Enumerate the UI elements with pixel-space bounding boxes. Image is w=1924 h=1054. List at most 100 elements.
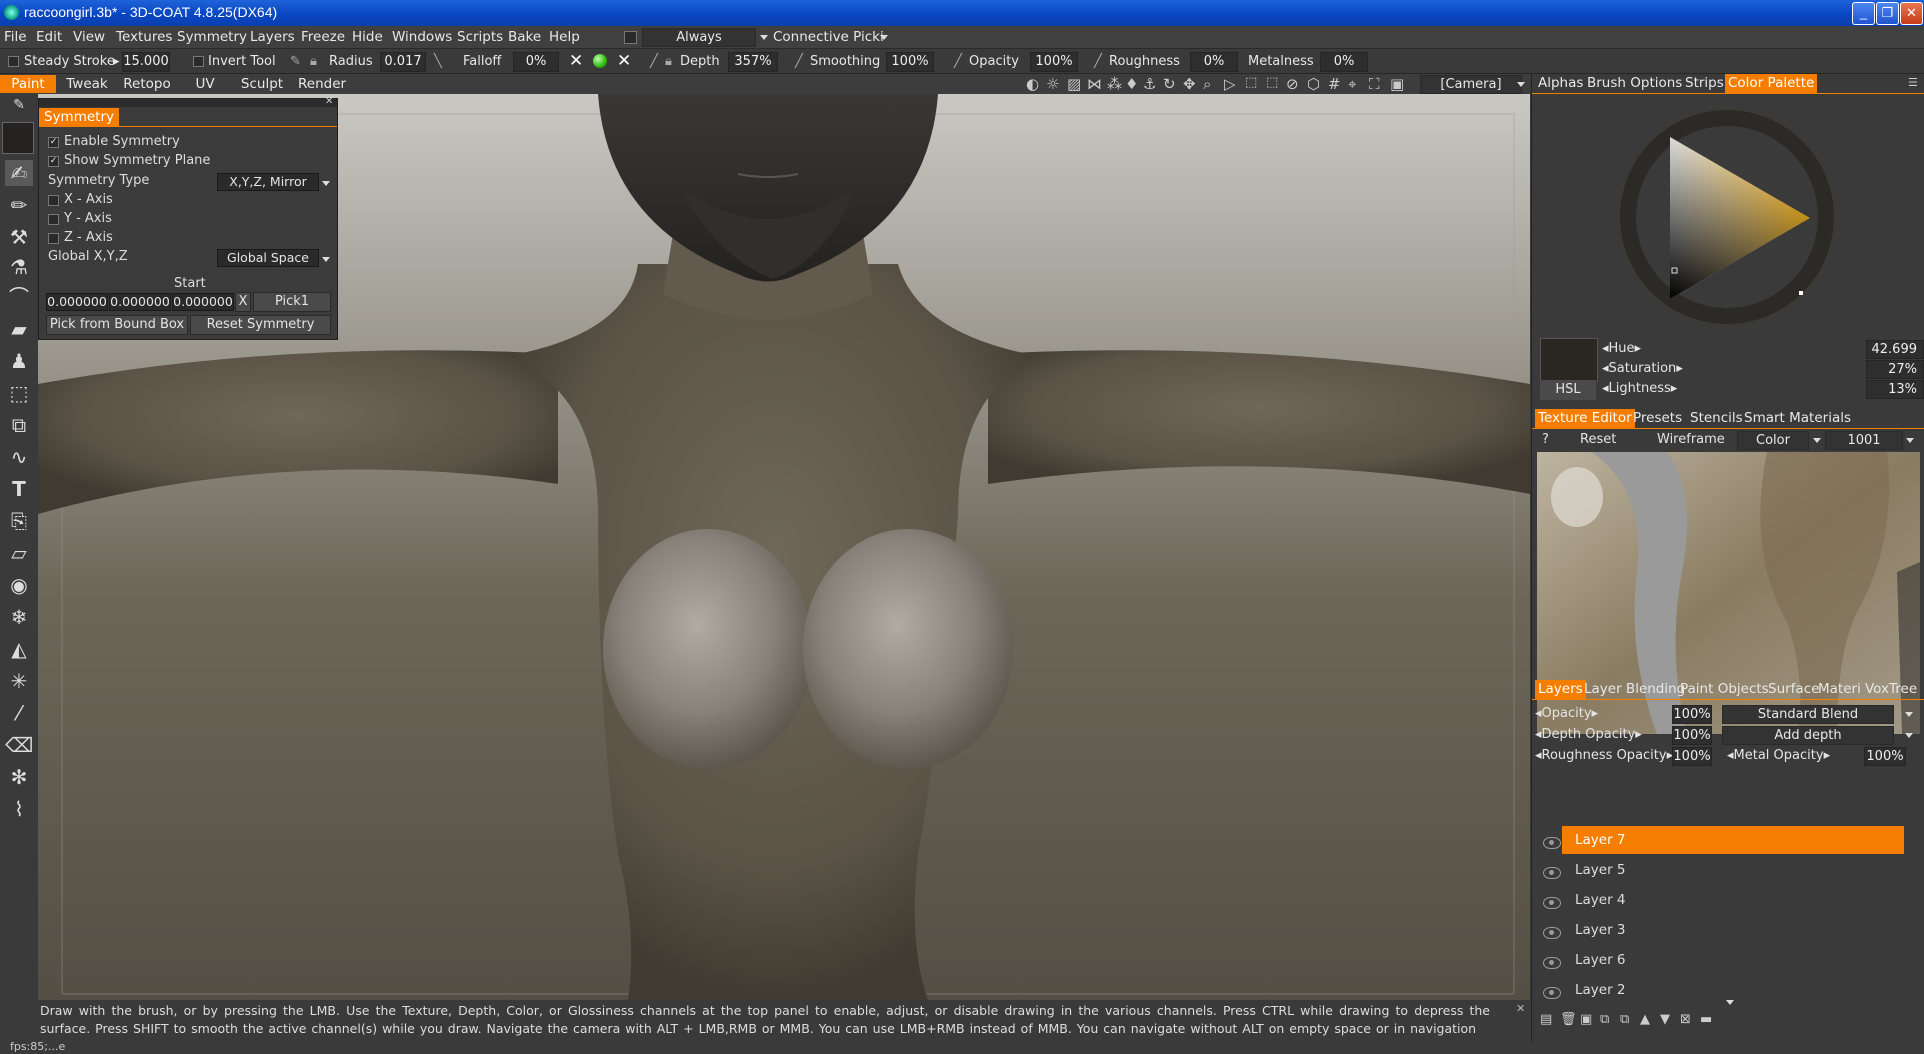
move-up-icon[interactable]: ▲ <box>1640 1012 1650 1027</box>
zoom-icon[interactable]: ⌕ <box>1203 75 1211 93</box>
global-space-dropdown[interactable]: Global Space <box>217 249 319 267</box>
fit-all-icon[interactable]: ⬚ <box>1245 75 1257 90</box>
depth-mode-dropdown[interactable]: Add depth <box>1722 726 1894 745</box>
clear-x-button[interactable]: X <box>235 292 251 312</box>
falloff-icon[interactable]: ╲ <box>434 54 442 69</box>
minimize-button[interactable]: _ <box>1852 2 1875 25</box>
ruler-icon[interactable]: ⌇ <box>5 796 33 822</box>
tab-tweak[interactable]: Tweak <box>62 75 112 93</box>
menu-scripts[interactable]: Scripts <box>457 29 503 45</box>
shading-icon[interactable]: ◐ <box>1026 75 1039 93</box>
transform-icon[interactable]: ⬚ <box>5 380 33 406</box>
bucket-icon[interactable]: ▰ <box>5 316 33 342</box>
lightness-field[interactable]: 13% <box>1866 380 1924 399</box>
always-checkbox[interactable] <box>624 31 637 44</box>
eyedropper-icon[interactable]: ⁄ <box>5 700 33 726</box>
blend-mode-dropdown[interactable]: Standard Blend <box>1722 705 1894 724</box>
duplicate-layer-icon[interactable]: ⧉ <box>1620 1012 1629 1027</box>
roughness-icon[interactable]: ╱ <box>1094 54 1102 69</box>
metal-opacity-field[interactable]: 100% <box>1864 747 1906 766</box>
tab-surface[interactable]: Surface <box>1768 680 1819 699</box>
pick-button[interactable]: Pick1 <box>253 292 331 312</box>
wireframe-toggle[interactable]: Wireframe <box>1657 432 1725 447</box>
drop-icon[interactable]: ♦ <box>1125 75 1138 93</box>
metalness-field[interactable]: 0% <box>1320 52 1368 72</box>
start-x-field[interactable]: 0.000000 <box>46 293 108 311</box>
layer-row[interactable]: Layer 5 <box>1562 856 1904 884</box>
menu-hide[interactable]: Hide <box>352 29 383 45</box>
radius-label[interactable]: Radius <box>329 54 373 69</box>
chevron-down-icon[interactable] <box>1517 82 1525 87</box>
tab-texture-editor[interactable]: Texture Editor <box>1535 409 1635 428</box>
panel-menu-icon[interactable]: ☰ <box>1908 76 1918 89</box>
tab-alphas[interactable]: Alphas <box>1538 74 1583 93</box>
airbrush-icon[interactable]: ⚒ <box>5 224 33 250</box>
steady-stroke-field[interactable]: 15.000 <box>122 52 170 72</box>
chevron-down-icon[interactable] <box>322 257 330 262</box>
current-color-swatch[interactable] <box>1540 338 1598 382</box>
depth-pen-icon[interactable]: ╱ <box>650 54 658 69</box>
visibility-eye-icon[interactable] <box>1543 897 1561 909</box>
fullscreen-icon[interactable]: ⛶ <box>1369 75 1380 93</box>
tab-smart-materials[interactable]: Smart Materials <box>1744 409 1851 428</box>
primary-color-swatch[interactable] <box>2 122 34 154</box>
folder-layer-icon[interactable]: ▣ <box>1580 1012 1592 1027</box>
image-icon[interactable]: ▨ <box>1067 75 1081 93</box>
lattice-icon[interactable]: ⋈ <box>1087 75 1102 93</box>
tab-paint-objects[interactable]: Paint Objects <box>1680 680 1769 699</box>
roughness-field[interactable]: 0% <box>1190 52 1238 72</box>
depth-label[interactable]: Depth <box>680 54 720 69</box>
pivot-icon[interactable]: ⌖ <box>1348 75 1356 93</box>
metalness-label[interactable]: Metalness <box>1248 54 1314 69</box>
smoothing-icon[interactable]: ╱ <box>795 54 803 69</box>
tab-layers[interactable]: Layers <box>1535 680 1586 699</box>
rotate-icon[interactable]: ↻ <box>1163 75 1176 93</box>
bubbles-icon[interactable]: ⁂ <box>1107 75 1122 93</box>
chevron-down-icon[interactable] <box>760 35 768 40</box>
fit-selection-icon[interactable]: ⬚ <box>1266 75 1278 90</box>
steady-stroke-checkbox[interactable] <box>8 56 19 67</box>
menu-textures[interactable]: Textures <box>116 29 172 45</box>
pencil-icon[interactable]: ✏ <box>5 192 33 218</box>
connective-pick-dropdown[interactable]: Connective Picki <box>773 29 884 45</box>
layer-row[interactable]: Layer 7 <box>1562 826 1904 854</box>
layer-folder-icon[interactable]: ▬ <box>1700 1012 1712 1027</box>
tab-sculpt[interactable]: Sculpt <box>240 75 284 93</box>
menu-symmetry[interactable]: Symmetry <box>177 29 247 45</box>
fill-icon[interactable]: ⚗ <box>5 254 33 280</box>
anchor-icon[interactable]: ⚓︎ <box>1143 75 1156 93</box>
show-symmetry-plane-checkbox[interactable]: ✓ <box>48 156 59 167</box>
falloff-label[interactable]: Falloff <box>463 54 501 69</box>
layer-row[interactable]: Layer 3 <box>1562 916 1904 944</box>
curve-icon[interactable]: ∿ <box>5 444 33 470</box>
start-y-field[interactable]: 0.000000 <box>109 293 171 311</box>
no-symbol-icon[interactable]: ⊘ <box>1286 75 1299 93</box>
maximize-button[interactable]: ❐ <box>1876 2 1899 25</box>
chevron-down-icon[interactable] <box>1905 733 1913 738</box>
visibility-eye-icon[interactable] <box>1543 837 1561 849</box>
enable-symmetry-checkbox[interactable]: ✓ <box>48 137 59 148</box>
visibility-eye-icon[interactable] <box>1543 867 1561 879</box>
scroll-down-icon[interactable] <box>1726 1000 1734 1005</box>
panel-header-strip[interactable] <box>39 99 337 107</box>
chevron-down-icon[interactable] <box>880 35 888 40</box>
depth-field[interactable]: 357% <box>728 52 778 72</box>
opacity-icon[interactable]: ╱ <box>954 54 962 69</box>
smoothing-field[interactable]: 100% <box>886 52 934 72</box>
depth-opacity-field[interactable]: 100% <box>1672 726 1712 745</box>
text-icon[interactable]: T <box>5 476 33 502</box>
opacity-field[interactable]: 100% <box>1030 52 1078 72</box>
falloff-field[interactable]: 0% <box>513 52 559 72</box>
close-icon[interactable]: ✕ <box>325 96 333 107</box>
tab-render[interactable]: Render <box>298 75 346 93</box>
smoothing-label[interactable]: Smoothing <box>810 54 880 69</box>
camera-dropdown[interactable]: [Camera] <box>1420 75 1522 94</box>
grid-icon[interactable]: # <box>1328 75 1341 93</box>
disable-x-icon[interactable]: ✕ <box>617 51 631 71</box>
start-z-field[interactable]: 0.000000 <box>172 293 234 311</box>
new-layer-icon[interactable]: ▤ <box>1540 1012 1552 1027</box>
opacity-label[interactable]: Opacity <box>969 54 1019 69</box>
disable-x-icon[interactable]: ✕ <box>569 51 583 71</box>
visibility-eye-icon[interactable] <box>1543 927 1561 939</box>
tab-strips[interactable]: Strips <box>1685 74 1724 93</box>
